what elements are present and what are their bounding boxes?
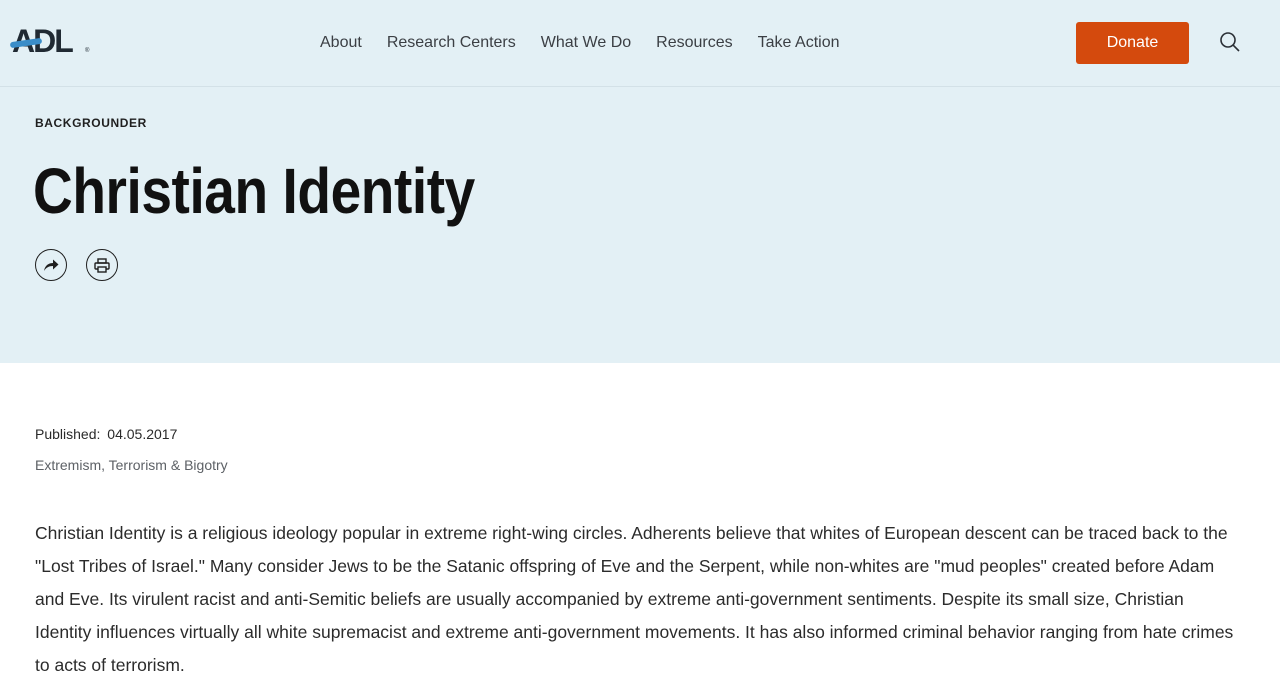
nav-item-about[interactable]: About [320, 32, 362, 54]
print-button[interactable] [86, 249, 118, 281]
adl-logo[interactable]: ADL ® [9, 24, 92, 58]
published-label: Published: [35, 426, 101, 442]
topic-link[interactable]: Extremism, Terrorism & Bigotry [35, 457, 228, 473]
published-line: Published: 04.05.2017 [35, 426, 177, 442]
article-intro-paragraph: Christian Identity is a religious ideolo… [35, 523, 1234, 675]
article-content: Published: 04.05.2017 Extremism, Terrori… [0, 363, 1280, 686]
main-nav: About Research Centers What We Do Resour… [320, 32, 864, 54]
nav-item-what-we-do[interactable]: What We Do [541, 32, 631, 54]
share-icon [44, 259, 59, 271]
logo-registered-mark: ® [85, 48, 90, 54]
site-header: ADL ® About Research Centers What We Do … [0, 0, 1280, 87]
article-type-label: BACKGROUNDER [35, 116, 147, 130]
search-icon[interactable] [1218, 30, 1242, 54]
share-button[interactable] [35, 249, 67, 281]
donate-button[interactable]: Donate [1076, 22, 1189, 64]
page-title: Christian Identity [33, 155, 475, 227]
published-date: 04.05.2017 [107, 426, 178, 442]
article-hero: BACKGROUNDER Christian Identity [0, 87, 1280, 363]
nav-item-take-action[interactable]: Take Action [758, 32, 840, 54]
print-icon [94, 257, 110, 273]
nav-item-research-centers[interactable]: Research Centers [387, 32, 516, 54]
nav-item-resources[interactable]: Resources [656, 32, 732, 54]
